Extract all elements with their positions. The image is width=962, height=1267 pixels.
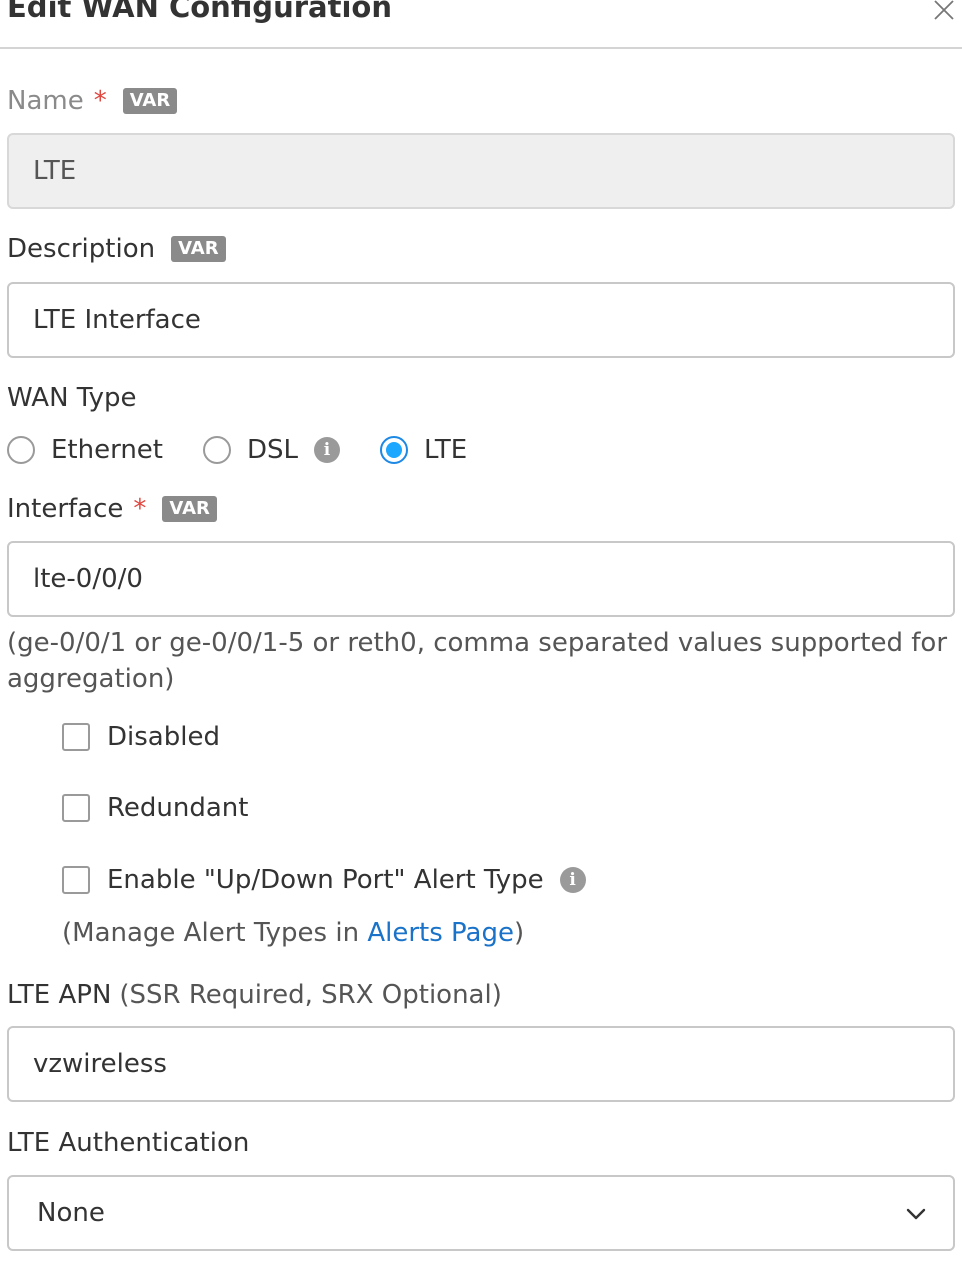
interface-label: Interface — [7, 494, 124, 524]
name-input: LTE — [7, 133, 955, 209]
disabled-label: Disabled — [107, 722, 220, 752]
wan-type-radio-group: Ethernet DSL i LTE — [7, 430, 507, 470]
lte-apn-note: (SSR Required, SRX Optional) — [119, 980, 502, 1010]
lte-apn-label-row: LTE APN (SSR Required, SRX Optional) — [7, 980, 502, 1010]
radio-button-selected[interactable] — [380, 436, 409, 464]
name-value: LTE — [33, 156, 77, 186]
radio-label: Ethernet — [51, 435, 163, 465]
var-badge: VAR — [162, 496, 217, 522]
interface-hint: (ge-0/0/1 or ge-0/0/1-5 or reth0, comma … — [7, 628, 948, 694]
description-label: Description — [7, 234, 156, 264]
lte-auth-label-text: LTE Authentication — [7, 1128, 250, 1158]
lte-apn-label: LTE APN — [7, 980, 112, 1010]
info-icon[interactable]: i — [314, 437, 341, 463]
dialog-header: Edit WAN Configuration — [0, 0, 962, 49]
disabled-checkbox-row[interactable]: Disabled — [62, 722, 220, 752]
redundant-label: Redundant — [107, 793, 249, 823]
radio-ethernet[interactable]: Ethernet — [7, 435, 163, 465]
required-marker: * — [133, 494, 147, 524]
lte-auth-select[interactable]: None — [7, 1175, 955, 1251]
var-badge: VAR — [122, 88, 178, 114]
radio-dsl[interactable]: DSL i — [203, 435, 341, 465]
name-label: Name — [7, 86, 84, 116]
alerts-page-link[interactable]: Alerts Page — [367, 918, 514, 948]
interface-value: lte-0/0/0 — [33, 564, 143, 594]
name-label-row: Name * VAR — [7, 86, 178, 116]
wan-type-label-text: WAN Type — [7, 383, 137, 413]
wan-type-label: WAN Type — [7, 383, 137, 413]
description-value: LTE Interface — [33, 305, 201, 335]
alert-checkbox-row[interactable]: Enable "Up/Down Port" Alert Type i — [62, 865, 586, 895]
manage-alerts-text: (Manage Alert Types in Alerts Page) — [62, 918, 524, 948]
radio-label: DSL — [247, 435, 299, 465]
lte-auth-value: None — [37, 1198, 105, 1228]
dialog-title: Edit WAN Configuration — [7, 0, 392, 24]
alert-checkbox[interactable] — [62, 866, 90, 894]
close-icon[interactable] — [932, 0, 956, 22]
interface-label-row: Interface * VAR — [7, 494, 217, 524]
edit-wan-dialog: Edit WAN Configuration Name * VAR LTE De… — [0, 0, 962, 1267]
interface-input[interactable]: lte-0/0/0 — [7, 541, 955, 617]
alert-label: Enable "Up/Down Port" Alert Type — [107, 865, 544, 895]
lte-auth-label: LTE Authentication — [7, 1128, 249, 1158]
radio-button[interactable] — [7, 436, 35, 464]
description-label-row: Description VAR — [7, 234, 226, 264]
redundant-checkbox-row[interactable]: Redundant — [62, 793, 248, 823]
radio-lte[interactable]: LTE — [380, 435, 467, 465]
description-input[interactable]: LTE Interface — [7, 282, 955, 358]
lte-apn-value: vzwireless — [33, 1049, 167, 1079]
radio-button[interactable] — [203, 436, 231, 464]
lte-apn-input[interactable]: vzwireless — [7, 1026, 955, 1102]
radio-label: LTE — [424, 435, 468, 465]
required-marker: * — [93, 86, 107, 116]
disabled-checkbox[interactable] — [62, 723, 90, 751]
manage-prefix: (Manage Alert Types in — [62, 918, 368, 948]
var-badge: VAR — [171, 236, 226, 262]
chevron-down-icon[interactable] — [905, 1203, 927, 1225]
info-icon[interactable]: i — [559, 867, 586, 893]
redundant-checkbox[interactable] — [62, 794, 90, 822]
manage-suffix: ) — [514, 918, 525, 948]
